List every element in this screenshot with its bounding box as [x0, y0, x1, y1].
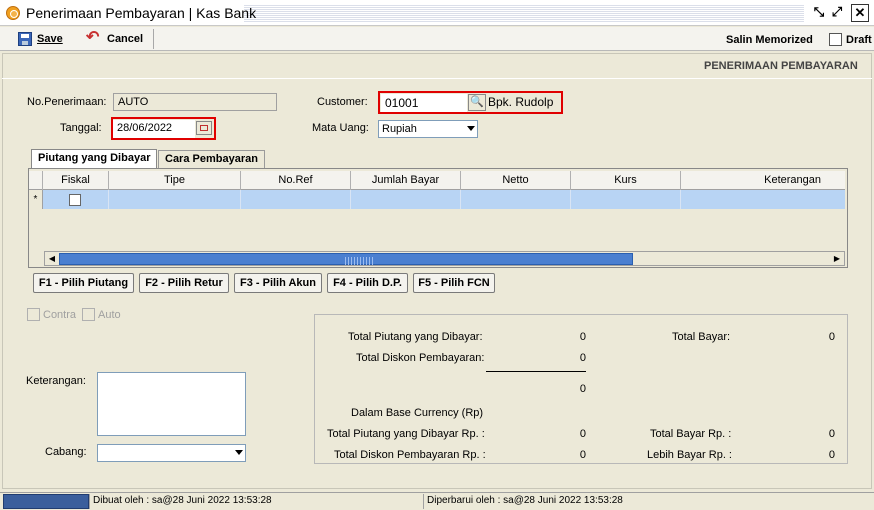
col-keterangan[interactable]: Keterangan: [681, 171, 845, 190]
col-netto[interactable]: Netto: [461, 171, 571, 190]
tab-piutang[interactable]: Piutang yang Dibayar: [31, 149, 158, 169]
scroll-grip: [345, 257, 375, 265]
total-diskon-label: Total Diskon Pembayaran:: [356, 352, 485, 364]
search-icon[interactable]: 🔍: [468, 94, 486, 111]
contra-checkbox: [27, 308, 40, 321]
sum-line: [486, 371, 586, 372]
pilih-piutang-button[interactable]: F1 - Pilih Piutang: [33, 273, 134, 293]
status-indicator: [3, 494, 89, 509]
cell-jumlah-bayar[interactable]: [351, 190, 461, 209]
app-icon: [6, 6, 20, 20]
chevron-down-icon: [235, 450, 243, 455]
table-row[interactable]: [29, 190, 845, 209]
cancel-button[interactable]: ↶ Cancel: [86, 30, 143, 48]
maximize-icon[interactable]: ⤢: [828, 4, 846, 22]
toolbar-divider: [153, 29, 154, 49]
lebih-bayar-rp-value: 0: [828, 449, 835, 461]
created-by-status: Dibuat oleh : sa@28 Juni 2022 13:53:28: [89, 494, 423, 509]
header-divider: [2, 78, 872, 79]
mata-uang-value: Rupiah: [382, 123, 417, 135]
total-bayar-value: 0: [828, 331, 835, 343]
col-tipe[interactable]: Tipe: [109, 171, 241, 190]
total-piutang-value: 0: [579, 331, 586, 343]
tab-cara-pembayaran[interactable]: Cara Pembayaran: [158, 150, 265, 168]
col-kurs[interactable]: Kurs: [571, 171, 681, 190]
title-bar-pattern: [244, 4, 804, 22]
no-penerimaan-label: No.Penerimaan:: [27, 96, 107, 108]
mata-uang-select[interactable]: Rupiah: [378, 120, 478, 138]
undo-icon: ↶: [86, 29, 100, 46]
cell-netto[interactable]: [461, 190, 571, 209]
contra-label: Contra: [43, 309, 77, 321]
grid-corner: [29, 171, 43, 190]
customer-code-field[interactable]: 01001: [381, 94, 467, 112]
total-piutang-rp-label: Total Piutang yang Dibayar Rp. :: [327, 428, 485, 440]
no-penerimaan-field[interactable]: AUTO: [113, 93, 277, 111]
pilih-fcn-button[interactable]: F5 - Pilih FCN: [413, 273, 495, 293]
scroll-left-icon[interactable]: ◀: [46, 253, 58, 265]
pilih-dp-button[interactable]: F4 - Pilih D.P.: [327, 273, 408, 293]
customer-label: Customer:: [317, 96, 368, 108]
save-label: Save: [37, 33, 63, 45]
close-icon[interactable]: ✕: [851, 4, 869, 22]
updated-by-status: Diperbarui oleh : sa@28 Juni 2022 13:53:…: [423, 494, 871, 509]
pilih-retur-button[interactable]: F2 - Pilih Retur: [139, 273, 229, 293]
cell-kurs[interactable]: [571, 190, 681, 209]
subtotal-value: 0: [579, 383, 586, 395]
keterangan-textarea[interactable]: [97, 372, 246, 436]
col-noref[interactable]: No.Ref: [241, 171, 351, 190]
lebih-bayar-rp-label: Lebih Bayar Rp. :: [647, 449, 732, 461]
total-diskon-value: 0: [579, 352, 586, 364]
total-bayar-rp-value: 0: [828, 428, 835, 440]
cancel-label: Cancel: [107, 33, 144, 45]
row-indicator: *: [29, 190, 43, 209]
total-bayar-label: Total Bayar:: [672, 331, 731, 343]
auto-label: Auto: [98, 309, 121, 321]
horizontal-scrollbar[interactable]: ◀ ▶: [44, 251, 845, 266]
fiskal-checkbox[interactable]: [69, 194, 81, 206]
cabang-select[interactable]: [97, 444, 246, 462]
draft-label: Draft: [846, 34, 872, 46]
restore-icon[interactable]: ⤡: [810, 4, 828, 22]
customer-name: Bpk. Rudolp: [488, 95, 554, 109]
cell-noref[interactable]: [241, 190, 351, 209]
tanggal-label: Tanggal:: [60, 122, 102, 134]
total-piutang-label: Total Piutang yang Dibayar:: [348, 331, 483, 343]
tanggal-field[interactable]: 28/06/2022: [113, 120, 195, 138]
scroll-thumb[interactable]: [59, 253, 633, 265]
total-diskon-rp-label: Total Diskon Pembayaran Rp. :: [334, 449, 486, 461]
window-title: Penerimaan Pembayaran | Kas Bank: [26, 5, 257, 21]
total-piutang-rp-value: 0: [579, 428, 586, 440]
draft-checkbox[interactable]: [829, 33, 842, 46]
base-currency-label: Dalam Base Currency (Rp): [351, 407, 484, 419]
scroll-right-icon[interactable]: ▶: [831, 253, 843, 265]
pilih-akun-button[interactable]: F3 - Pilih Akun: [234, 273, 322, 293]
salin-memorized-button[interactable]: Salin Memorized: [726, 34, 813, 46]
col-fiskal[interactable]: Fiskal: [43, 171, 109, 190]
chevron-down-icon: [467, 126, 475, 131]
cell-tipe[interactable]: [109, 190, 241, 209]
total-diskon-rp-value: 0: [579, 449, 586, 461]
grid-header: Fiskal Tipe No.Ref Jumlah Bayar Netto Ku…: [29, 171, 845, 190]
col-jumlah-bayar[interactable]: Jumlah Bayar: [351, 171, 461, 190]
total-bayar-rp-label: Total Bayar Rp. :: [650, 428, 732, 440]
keterangan-label: Keterangan:: [26, 375, 86, 387]
mata-uang-label: Mata Uang:: [312, 122, 369, 134]
section-title: PENERIMAAN PEMBAYARAN: [704, 60, 858, 72]
save-icon: [18, 32, 32, 46]
auto-checkbox: [82, 308, 95, 321]
save-button[interactable]: Save: [18, 30, 63, 48]
cabang-label: Cabang:: [45, 446, 87, 458]
calendar-icon[interactable]: [196, 121, 212, 135]
